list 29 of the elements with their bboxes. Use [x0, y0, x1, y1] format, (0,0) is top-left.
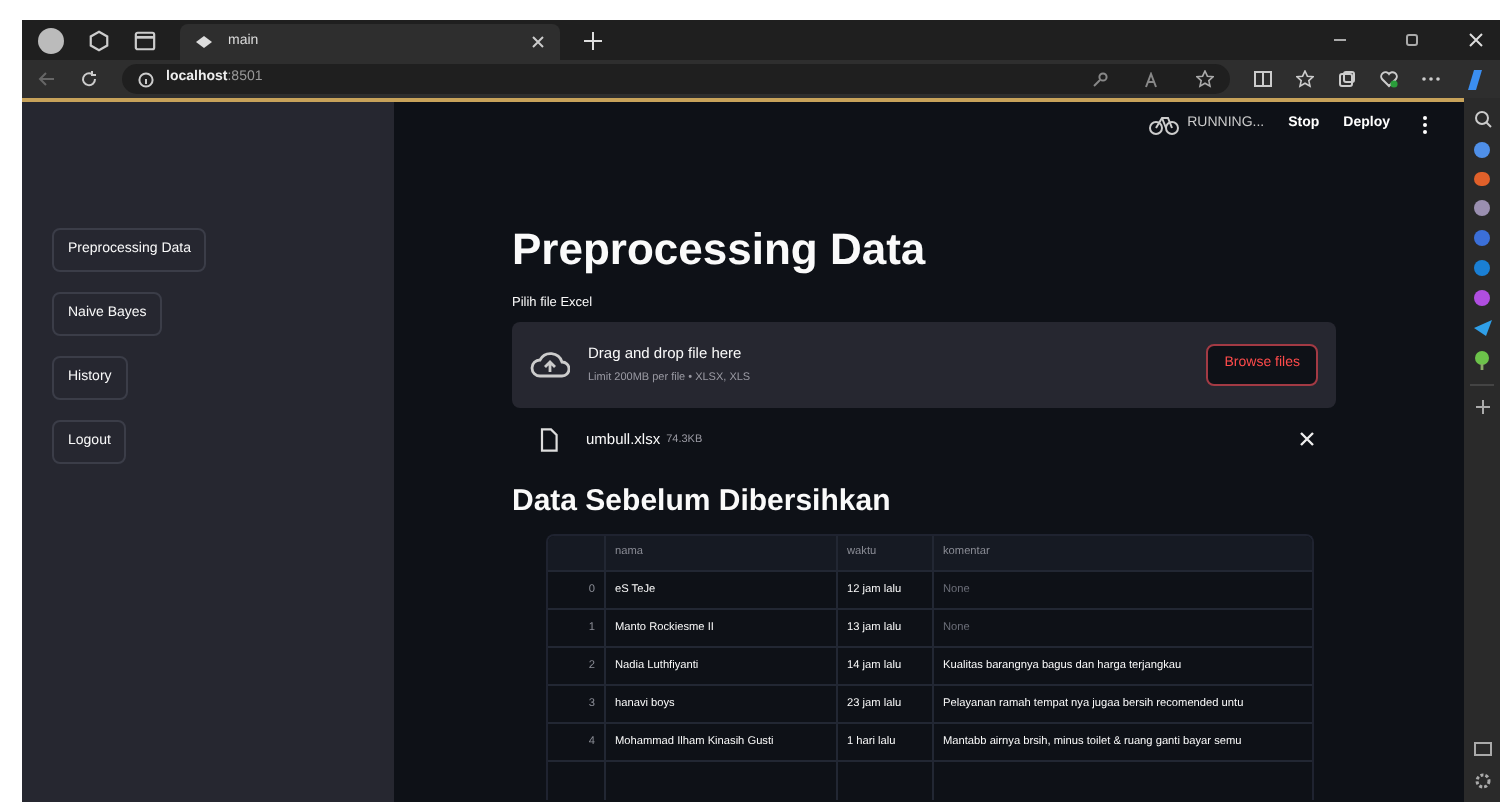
reload-icon[interactable]: [80, 70, 98, 88]
new-tab-icon[interactable]: [584, 31, 602, 49]
menu-icon[interactable]: [1422, 115, 1428, 133]
settings-icon[interactable]: [1473, 772, 1491, 790]
remove-file-icon[interactable]: [1300, 432, 1314, 447]
add-icon[interactable]: [1475, 400, 1489, 414]
workspaces-icon[interactable]: [88, 29, 110, 51]
screen-icon[interactable]: [1473, 742, 1491, 758]
restore-icon[interactable]: [1404, 32, 1420, 48]
close-icon[interactable]: [1468, 32, 1484, 48]
favorites-icon[interactable]: [1296, 70, 1314, 88]
key-icon[interactable]: [1092, 71, 1108, 87]
profile-icon[interactable]: [38, 27, 64, 53]
back-icon[interactable]: [38, 70, 56, 88]
star-icon[interactable]: [1196, 70, 1214, 88]
cloud-upload-icon: [530, 350, 570, 379]
split-screen-icon[interactable]: [1254, 70, 1272, 88]
section-heading: Data Sebelum Dibersihkan: [512, 481, 893, 522]
close-tab-icon[interactable]: [532, 36, 544, 48]
file-icon: [540, 427, 558, 452]
page-title: Preprocessing Data: [512, 222, 928, 278]
tab-actions-icon[interactable]: [134, 29, 156, 51]
info-icon[interactable]: [138, 71, 154, 87]
heart-icon[interactable]: [1380, 70, 1398, 88]
tree-icon[interactable]: [1474, 350, 1490, 370]
collections-icon[interactable]: [1338, 70, 1356, 88]
search-icon[interactable]: [1473, 110, 1491, 128]
read-aloud-icon[interactable]: [1144, 71, 1160, 87]
more-icon[interactable]: [1422, 76, 1440, 82]
